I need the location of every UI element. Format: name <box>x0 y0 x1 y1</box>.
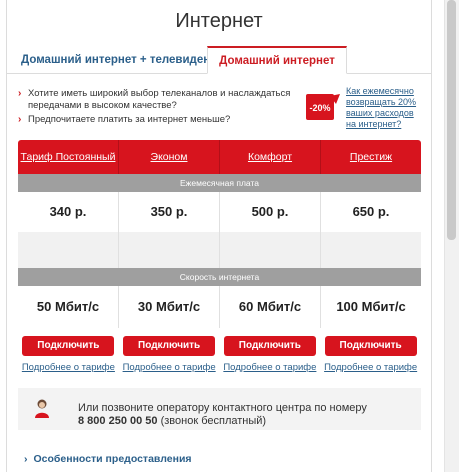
tab-bar: Домашний интернет + телевидение Домашний… <box>7 46 431 74</box>
promo-badge-text: -20% <box>309 103 330 113</box>
scrollbar-thumb[interactable] <box>447 0 456 240</box>
speed-row: 50 Мбит/с 30 Мбит/с 60 Мбит/с 100 Мбит/с <box>18 286 421 328</box>
tab-internet-tv[interactable]: Домашний интернет + телевидение <box>13 47 232 73</box>
connect-button[interactable]: Подключить <box>22 336 115 356</box>
details-row: Подробнее о тарифе Подробнее о тарифе По… <box>18 362 421 373</box>
bullet-list: › Хотите иметь широкий выбор телеканалов… <box>18 88 308 128</box>
promo-block[interactable]: -20% Как ежемесячно возвращать 20% ваших… <box>306 86 418 132</box>
contact-message: Или позвоните оператору контактного цент… <box>78 402 367 414</box>
speed-value: 100 Мбит/с <box>336 299 406 314</box>
bullet-text: Предпочитаете платить за интернет меньше… <box>28 114 231 125</box>
tariff-details-link[interactable]: Подробнее о тарифе <box>324 362 417 373</box>
speed-value: 60 Мбит/с <box>220 286 321 328</box>
page-title: Интернет <box>175 10 263 32</box>
contact-phone[interactable]: 8 800 250 00 50 <box>78 415 158 427</box>
connect-button[interactable]: Подключить <box>123 336 216 356</box>
tariff-details-link[interactable]: Подробнее о тарифе <box>223 362 316 373</box>
speed-value: 30 Мбит/с <box>119 286 220 328</box>
scrollbar[interactable] <box>444 0 459 472</box>
tariff-details-link[interactable]: Подробнее о тарифе <box>22 362 115 373</box>
contact-note: (звонок бесплатный) <box>160 415 267 427</box>
operator-avatar-icon <box>35 399 49 418</box>
bullet-item: › Предпочитаете платить за интернет мень… <box>18 114 308 126</box>
discount-badge-icon: -20% <box>306 94 340 120</box>
contact-text: Или позвоните оператору контактного цент… <box>78 402 367 428</box>
price-value: 650 р. <box>352 204 390 219</box>
bullet-item: › Хотите иметь широкий выбор телеканалов… <box>18 88 308 112</box>
speed-bar: Скорость интернета <box>18 268 421 286</box>
tariff-details-link[interactable]: Подробнее о тарифе <box>123 362 216 373</box>
bullet-text: Хотите иметь широкий выбор телеканалов и… <box>28 88 291 111</box>
chevron-right-icon: › <box>18 88 22 99</box>
price-value: 500 р. <box>220 192 321 232</box>
connect-button[interactable]: Подключить <box>223 336 316 356</box>
features-label[interactable]: Особенности предоставления <box>34 453 192 465</box>
price-value: 340 р. <box>18 192 119 232</box>
tariff-name-link[interactable]: Эконом <box>119 140 220 174</box>
connect-button[interactable]: Подключить <box>324 336 417 356</box>
chevron-right-icon: › <box>24 453 28 465</box>
promo-link[interactable]: Как ежемесячно возвращать 20% ваших расх… <box>346 86 422 130</box>
speed-value: 50 Мбит/с <box>18 286 119 328</box>
tariff-name-link[interactable]: Тариф Постоянный <box>18 140 119 174</box>
price-row: 340 р. 350 р. 500 р. 650 р. <box>18 192 421 232</box>
connect-row: Подключить Подключить Подключить Подключ… <box>18 336 421 356</box>
price-value: 350 р. <box>119 192 220 232</box>
chevron-right-icon: › <box>18 114 22 125</box>
tab-home-internet[interactable]: Домашний интернет <box>207 46 347 74</box>
monthly-fee-bar: Ежемесячная плата <box>18 174 421 192</box>
tariff-name-link[interactable]: Комфорт <box>220 140 321 174</box>
contact-block: Или позвоните оператору контактного цент… <box>18 388 421 430</box>
features-toggle[interactable]: › Особенности предоставления <box>24 453 192 465</box>
tariff-header: Тариф Постоянный Эконом Комфорт Престиж <box>18 140 421 174</box>
price-spacer <box>18 232 421 268</box>
tariff-name-link[interactable]: Престиж <box>321 140 421 174</box>
